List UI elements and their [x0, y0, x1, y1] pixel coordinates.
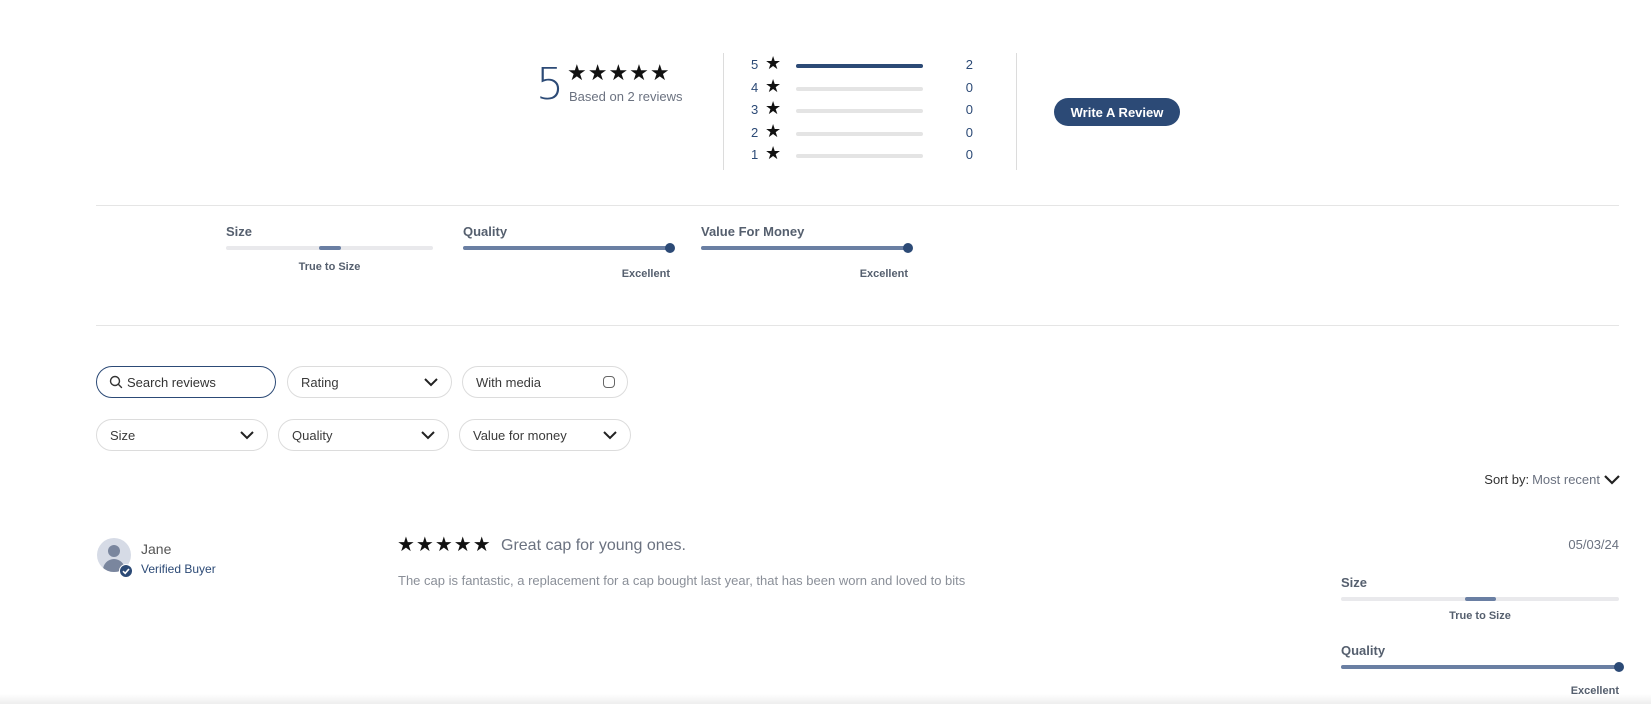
histogram-track	[796, 131, 923, 136]
average-stars: ★★★★★	[567, 60, 671, 85]
review-stars: ★★★★★	[397, 534, 492, 556]
attribute-marker	[665, 243, 675, 253]
sort-dropdown[interactable]: Sort by: Most recent	[1484, 471, 1621, 487]
search-icon	[109, 375, 123, 394]
with-media-filter[interactable]: With media	[462, 366, 628, 398]
attribute-fill	[463, 246, 670, 250]
star-icon: ★	[765, 53, 782, 73]
histogram-rating: 2	[751, 124, 759, 140]
attribute-track	[463, 243, 675, 253]
page-fold	[0, 694, 1651, 704]
rating-filter-dropdown[interactable]: Rating	[287, 366, 452, 398]
star-icon: ★	[765, 120, 782, 141]
review-body: The cap is fantastic, a replacement for …	[398, 573, 966, 588]
rating-histogram: 5 ★ 2 4 ★ 0 3 ★ 0 2 ★ 0 1 ★ 0	[751, 53, 991, 167]
histogram-row[interactable]: 4 ★ 0	[751, 75, 991, 100]
review-title: Great cap for young ones.	[501, 537, 686, 554]
divider	[723, 53, 724, 170]
histogram-row[interactable]: 3 ★ 0	[751, 98, 991, 122]
histogram-fill	[796, 64, 923, 68]
attribute-marker	[1464, 597, 1496, 601]
attribute-label: Size	[226, 224, 253, 239]
attribute-track	[1341, 662, 1624, 672]
search-input[interactable]	[127, 373, 267, 391]
attribute-track	[1341, 597, 1619, 601]
histogram-count: 2	[965, 57, 973, 72]
attribute-value: True to Size	[298, 261, 361, 273]
attribute-marker	[318, 246, 341, 250]
histogram-track	[796, 64, 923, 68]
quality-filter-dropdown[interactable]: Quality	[278, 419, 449, 451]
attribute-label: Value For Money	[701, 224, 805, 239]
review-date: 05/03/24	[1568, 537, 1619, 552]
histogram-count: 0	[965, 124, 973, 140]
histogram-row[interactable]: 2 ★ 0	[751, 120, 991, 145]
search-box[interactable]	[96, 366, 276, 398]
histogram-rating: 3	[751, 102, 759, 117]
write-review-button[interactable]: Write A Review	[1054, 98, 1180, 126]
attribute-track	[701, 243, 913, 253]
histogram-track	[796, 86, 923, 91]
attribute-value: Excellent	[621, 268, 670, 280]
histogram-row[interactable]: 5 ★ 2	[751, 53, 991, 77]
with-media-label: With media	[476, 375, 542, 390]
review-count-text: Based on 2 reviews	[569, 89, 683, 104]
sort-label: Sort by:	[1484, 472, 1530, 487]
attribute-track	[226, 246, 433, 250]
histogram-track	[796, 109, 923, 113]
rating-summary: 5 ★★★★★ Based on 2 reviews 5 ★ 2 4 ★ 0 3…	[536, 50, 1186, 170]
chevron-down-icon	[1603, 474, 1621, 489]
verified-buyer-label: Verified Buyer	[141, 562, 216, 576]
reviewer-name: Jane	[141, 541, 172, 557]
attribute-label: Quality	[463, 224, 508, 239]
chevron-down-icon	[423, 375, 439, 393]
histogram-count: 0	[965, 147, 973, 162]
attribute-value: Excellent	[859, 268, 908, 280]
divider	[96, 325, 1619, 326]
histogram-track	[796, 154, 923, 158]
histogram-count: 0	[965, 102, 973, 117]
histogram-row[interactable]: 1 ★ 0	[751, 143, 991, 167]
rating-filter-label: Rating	[301, 375, 339, 390]
value-for-money-filter-dropdown[interactable]: Value for money	[459, 419, 631, 451]
histogram-count: 0	[965, 79, 973, 95]
attribute-label: Size	[1341, 575, 1368, 590]
attribute-value: True to Size	[1449, 610, 1511, 622]
star-icon: ★	[765, 75, 782, 96]
histogram-rating: 4	[751, 79, 759, 95]
divider	[96, 205, 1619, 206]
attribute-label: Quality	[1341, 643, 1386, 658]
sort-value: Most recent	[1532, 472, 1600, 487]
average-rating: 5	[536, 59, 564, 110]
value-for-money-filter-label: Value for money	[473, 428, 567, 443]
avatar-head	[108, 545, 120, 557]
verified-check-icon	[119, 564, 133, 578]
attribute-fill	[1341, 665, 1619, 669]
quality-filter-label: Quality	[292, 428, 333, 443]
size-filter-dropdown[interactable]: Size	[96, 419, 268, 451]
size-filter-label: Size	[110, 428, 136, 443]
divider	[1016, 53, 1017, 170]
chevron-down-icon	[239, 428, 255, 446]
chevron-down-icon	[602, 428, 618, 446]
attribute-marker	[903, 243, 913, 253]
histogram-rating: 1	[751, 147, 759, 162]
chevron-down-icon	[420, 428, 436, 446]
star-icon: ★	[765, 143, 782, 163]
checkbox-icon[interactable]	[603, 376, 615, 388]
star-icon: ★	[765, 98, 782, 118]
attribute-marker	[1614, 662, 1624, 672]
attribute-fill	[701, 246, 908, 250]
histogram-rating: 5	[751, 57, 759, 72]
